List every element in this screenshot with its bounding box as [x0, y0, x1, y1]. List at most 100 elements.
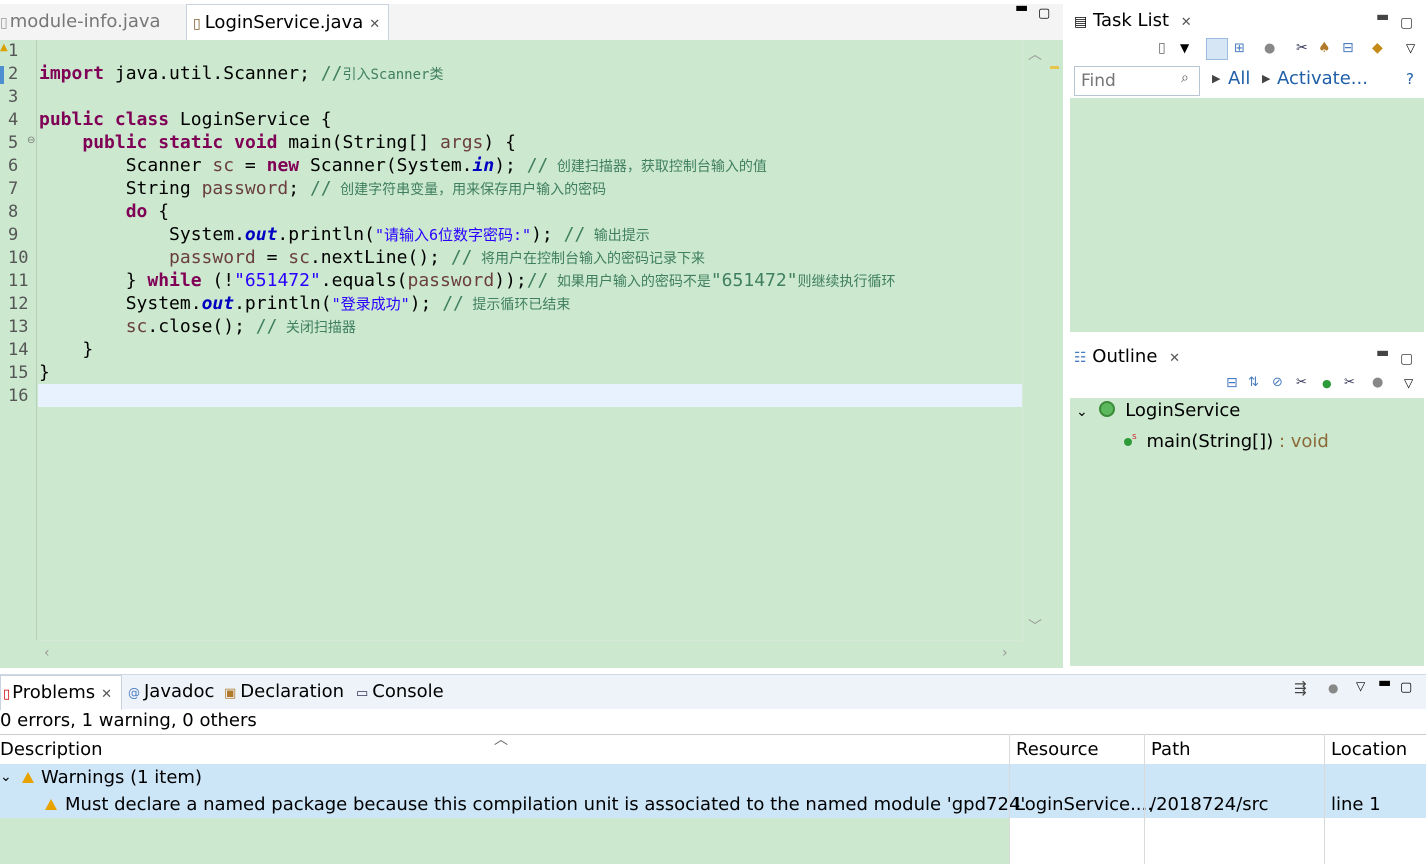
tab-module-info[interactable]: ▯ module-info.java — [0, 4, 161, 40]
code-line-4: public class LoginService { — [39, 109, 332, 130]
java-file-icon: ▯ — [193, 16, 201, 32]
scroll-up-icon[interactable]: ︿ — [1028, 44, 1042, 64]
categorized-icon[interactable] — [1206, 38, 1228, 60]
hide-completed-icon[interactable]: ● — [1264, 41, 1275, 56]
minimize-editor-icon[interactable]: ▬ — [1015, 0, 1028, 16]
code-line-2: import java.util.Scanner; //引入Scanner类 — [39, 63, 444, 84]
hide-static-icon[interactable]: ✂ — [1296, 375, 1307, 390]
collapse-node-icon[interactable]: ⌄ — [1076, 404, 1088, 420]
close-outline-icon[interactable]: ✕ — [1169, 351, 1180, 366]
filter-all-link[interactable]: All — [1228, 68, 1250, 89]
line-number: 10 — [8, 248, 29, 268]
filter-problems-icon[interactable]: ⇶ — [1294, 679, 1307, 697]
code-line-11: } while (!"651472".equals(password));// … — [125, 270, 896, 291]
task-list-body[interactable] — [1070, 98, 1424, 332]
collapse-all-icon[interactable]: ⊟ — [1342, 40, 1354, 56]
warning-marker-icon: ▲ — [0, 42, 8, 53]
problem-row[interactable]: Must declare a named package because thi… — [0, 791, 1426, 818]
editor-vertical-scrollbar[interactable]: ︿ ﹀ — [1022, 40, 1047, 640]
line-number: 13 — [8, 317, 29, 337]
line-number: 8 — [8, 202, 19, 222]
task-find-box: ⌕ — [1074, 66, 1200, 96]
line-number: 16 — [8, 386, 29, 406]
static-marker-icon: s — [1132, 432, 1137, 442]
problems-table-header: Description ︿ Resource Path Location — [0, 732, 1426, 766]
outline-tree[interactable]: ⌄ LoginService s main(String[]) : void — [1070, 398, 1424, 666]
column-divider[interactable] — [1324, 734, 1325, 864]
new-task-icon[interactable]: ▯ — [1158, 40, 1166, 56]
change-marker — [0, 66, 4, 84]
code-line-5: public static void main(String[] args) { — [82, 132, 516, 153]
minimize-outline-icon[interactable]: ▬ — [1376, 336, 1389, 370]
collapse-group-icon[interactable]: ⌄ — [0, 764, 12, 791]
column-divider[interactable] — [1144, 734, 1145, 864]
scroll-down-icon[interactable]: ﹀ — [1028, 616, 1042, 636]
code-line-9: System.out.println("请输入6位数字密码:"); // 输出提… — [169, 224, 650, 245]
problems-view-menu-icon[interactable]: ▽ — [1356, 679, 1365, 693]
sort-icon[interactable]: ⇅ — [1248, 375, 1259, 390]
close-problems-icon[interactable]: ✕ — [101, 687, 112, 702]
repository-icon[interactable]: ◆ — [1372, 40, 1383, 56]
expand-all-arrow-icon: ▶ — [1212, 72, 1221, 85]
console-icon: ▭ — [356, 686, 369, 701]
code-line-14: } — [82, 339, 94, 360]
collapse-outline-icon[interactable]: ⊟ — [1226, 375, 1238, 391]
activate-link[interactable]: Activate... — [1277, 68, 1368, 89]
problems-summary: 0 errors, 1 warning, 0 others — [0, 710, 257, 731]
scheduled-icon[interactable]: ⊞ — [1234, 41, 1245, 56]
focus-problems-icon[interactable]: ● — [1328, 681, 1338, 695]
class-icon — [1099, 401, 1116, 417]
tab-problems[interactable]: ▯ Problems ✕ — [0, 675, 122, 710]
column-path[interactable]: Path — [1151, 735, 1191, 765]
hide-local-types-icon[interactable]: ✂ — [1344, 375, 1355, 390]
maximize-task-list-icon[interactable]: ▢ — [1400, 6, 1413, 40]
editor-tab-bar: ▯ module-info.java ▯ LoginService.java ✕ ▬ … — [0, 0, 1063, 41]
minimize-task-list-icon[interactable]: ▬ — [1376, 0, 1389, 34]
task-find-input[interactable] — [1079, 69, 1179, 93]
help-icon[interactable]: ? — [1406, 70, 1414, 88]
column-location[interactable]: Location — [1331, 735, 1407, 765]
sort-indicator-icon: ︿ — [494, 732, 508, 748]
line-number: 9 — [8, 225, 19, 245]
javadoc-icon: @ — [128, 686, 140, 700]
outline-view-menu-icon[interactable]: ▽ — [1404, 376, 1413, 390]
outline-class-node[interactable]: ⌄ LoginService — [1076, 398, 1240, 424]
bottom-tab-bar: ▯ Problems ✕ @ Javadoc ▣ Declaration ▭ Consol… — [0, 674, 1426, 710]
maximize-editor-icon[interactable]: ▢ — [1038, 6, 1050, 21]
column-description[interactable]: Description — [0, 735, 103, 765]
outline-toolbar: ⊟ ⇅ ⊘ ✂ ● ✂ ● ▽ — [1070, 374, 1424, 398]
scroll-left-icon[interactable]: ‹ — [44, 645, 50, 661]
tab-login-service[interactable]: ▯ LoginService.java ✕ — [186, 4, 390, 41]
declaration-icon: ▣ — [224, 686, 237, 701]
warning-ruler-mark[interactable] — [1050, 66, 1059, 69]
editor-horizontal-scrollbar[interactable]: ‹ › — [38, 640, 1022, 667]
code-line-13: sc.close(); // 关闭扫描器 — [125, 316, 356, 337]
maximize-problems-icon[interactable]: ▢ — [1400, 680, 1412, 695]
line-number: 1 — [8, 41, 19, 61]
view-menu-icon[interactable]: ▽ — [1406, 41, 1415, 55]
tab-console[interactable]: ▭ Console — [356, 675, 444, 709]
close-task-list-icon[interactable]: ✕ — [1181, 15, 1192, 30]
line-number: 2 — [8, 64, 19, 84]
warnings-group-row[interactable]: ⌄ Warnings (1 item) — [0, 764, 1426, 791]
new-task-dropdown-icon[interactable]: ▼ — [1180, 41, 1189, 55]
sync-icon[interactable]: ♠ — [1318, 40, 1331, 56]
hide-fields-icon[interactable]: ⊘ — [1272, 375, 1283, 390]
maximize-outline-icon[interactable]: ▢ — [1400, 342, 1413, 376]
focus-icon[interactable]: ✂ — [1296, 40, 1308, 56]
search-icon[interactable]: ⌕ — [1181, 70, 1189, 86]
focus-outline-icon[interactable]: ● — [1372, 375, 1383, 390]
close-tab-icon[interactable]: ✕ — [369, 17, 380, 32]
outline-method-node[interactable]: s main(String[]) : void — [1124, 424, 1329, 452]
tab-declaration[interactable]: ▣ Declaration — [224, 675, 344, 709]
line-number: 6 — [8, 156, 19, 176]
column-divider[interactable] — [1009, 734, 1010, 864]
tab-javadoc[interactable]: @ Javadoc — [128, 675, 214, 709]
hide-nonpublic-icon[interactable]: ● — [1322, 377, 1332, 390]
code-line-10: password = sc.nextLine(); // 将用户在控制台输入的密… — [169, 247, 705, 268]
task-list-header: ▤ Task List ✕ ▬ ▢ — [1070, 4, 1424, 38]
column-resource[interactable]: Resource — [1016, 735, 1099, 765]
scroll-right-icon[interactable]: › — [1002, 645, 1008, 661]
line-number: 15 — [8, 363, 29, 383]
minimize-problems-icon[interactable]: ▬ — [1378, 675, 1391, 691]
